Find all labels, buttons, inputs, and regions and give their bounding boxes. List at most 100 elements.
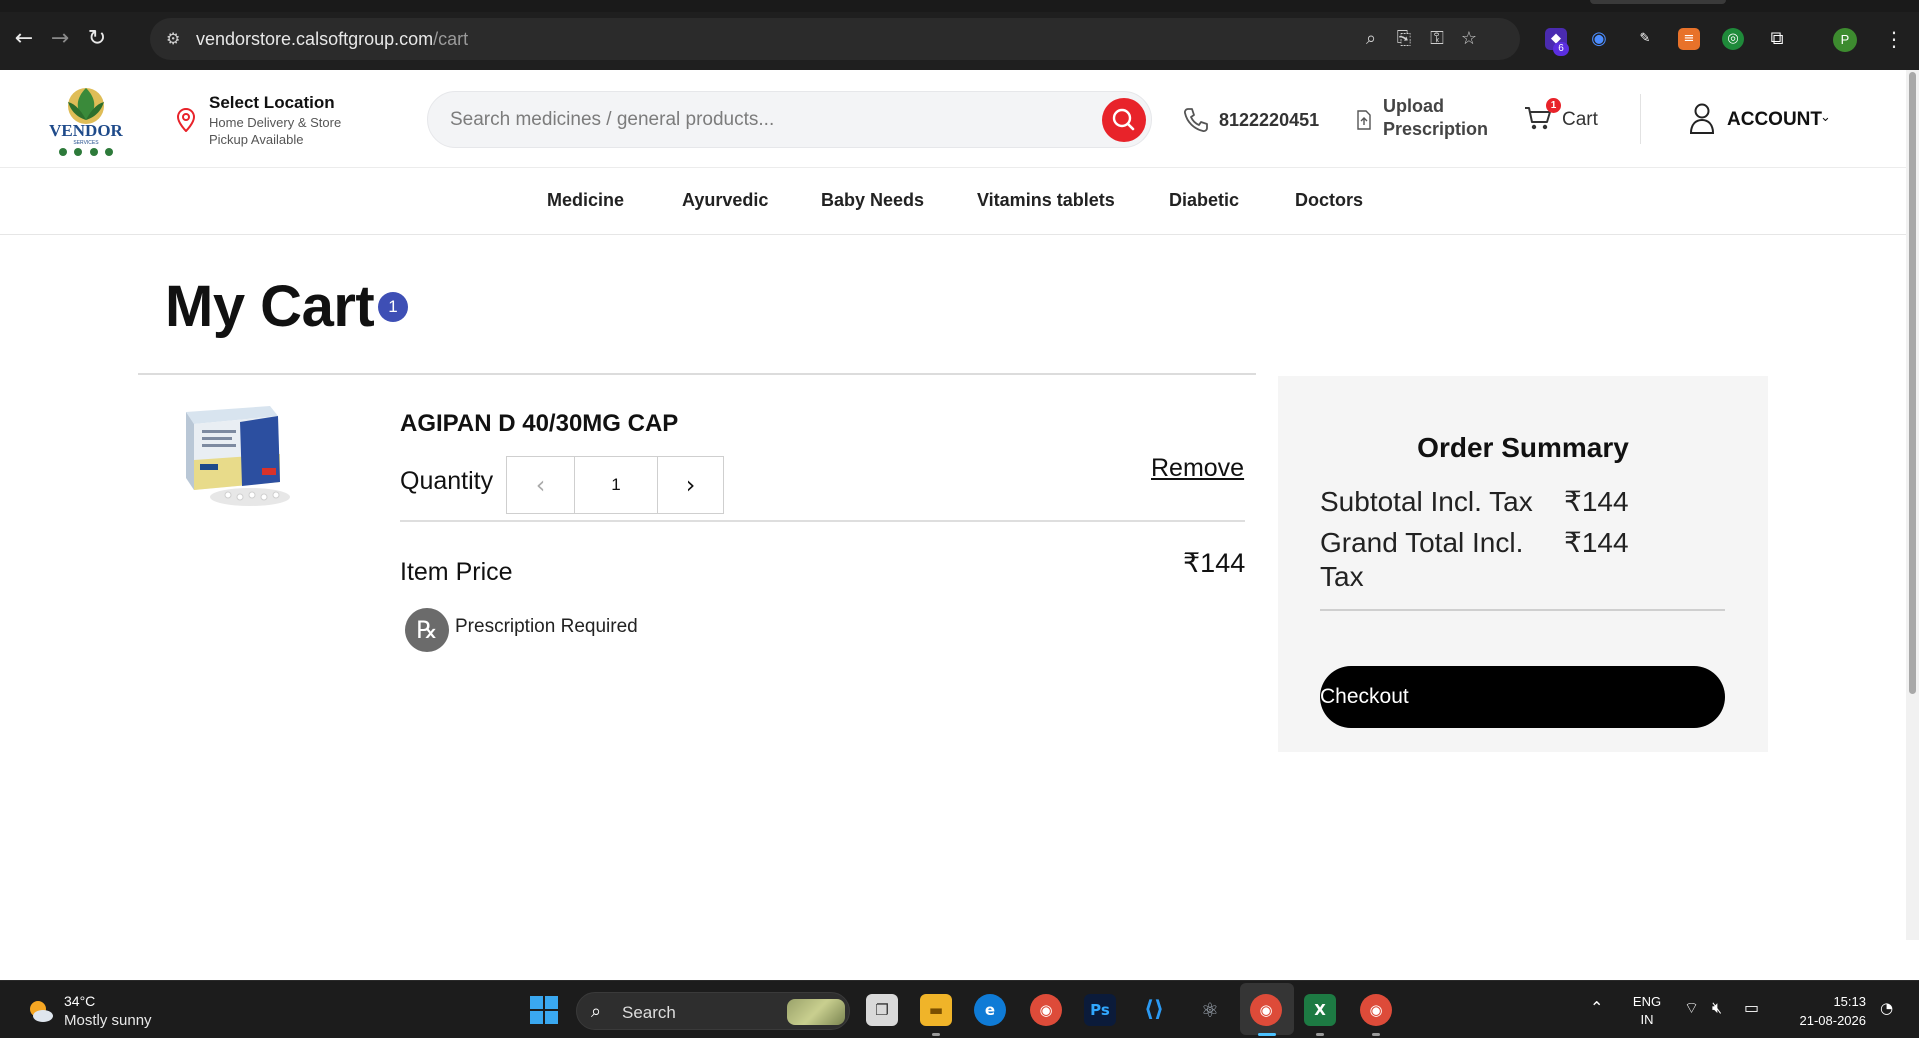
forward-icon[interactable]: → <box>47 26 73 52</box>
extensions-puzzle-icon[interactable]: ⧉ <box>1766 28 1788 50</box>
select-location-link[interactable]: Select Location <box>209 93 335 113</box>
item-price-label: Item Price <box>400 558 513 586</box>
nav-item-doctors[interactable]: Doctors <box>1295 190 1363 211</box>
cart-link[interactable]: Cart <box>1562 109 1598 131</box>
scrollbar-thumb[interactable] <box>1909 72 1916 694</box>
nav-item-ayurvedic[interactable]: Ayurvedic <box>682 190 768 211</box>
clock-time: 15:13 <box>1833 994 1866 1009</box>
battery-icon[interactable]: ▭ <box>1744 998 1759 1017</box>
page-scrollbar[interactable] <box>1906 70 1919 940</box>
task-view-icon[interactable]: ❐ <box>866 994 898 1026</box>
nav-item-diabetic[interactable]: Diabetic <box>1169 190 1239 211</box>
url-text[interactable]: vendorstore.calsoftgroup.com/cart <box>196 29 468 50</box>
quantity-label: Quantity <box>400 467 494 495</box>
upload-prescription-icon[interactable] <box>1356 110 1372 130</box>
active-indicator <box>1258 1033 1276 1036</box>
site-info-icon[interactable]: ⚙ <box>166 28 188 50</box>
install-app-icon[interactable]: ⎘ <box>1393 28 1415 50</box>
weather-description[interactable]: Mostly sunny <box>64 1012 152 1029</box>
electron-app-icon[interactable]: ⚛ <box>1194 994 1226 1026</box>
summary-divider <box>1320 609 1725 611</box>
taskbar-search-label: Search <box>622 1003 676 1022</box>
search-input[interactable] <box>450 106 1070 134</box>
prescription-rx-icon: ℞ <box>405 608 449 652</box>
language-indicator[interactable]: ENG IN <box>1632 993 1662 1029</box>
search-icon <box>1112 108 1135 131</box>
product-image[interactable] <box>180 402 298 510</box>
speaker-muted-icon[interactable]: 🔇︎ <box>1712 998 1722 1018</box>
eyedropper-icon[interactable]: ✎ <box>1634 28 1656 50</box>
location-subtitle: Home Delivery & Store Pickup Available <box>209 115 342 147</box>
windows-start-icon[interactable] <box>530 996 558 1024</box>
phone-icon[interactable] <box>1182 106 1210 134</box>
excel-icon[interactable]: X <box>1304 994 1336 1026</box>
location-pin-icon[interactable] <box>176 108 196 132</box>
extension-notes-icon[interactable]: ≡ <box>1678 28 1700 50</box>
account-icon[interactable] <box>1688 102 1716 134</box>
extension-lastpass-icon[interactable]: ◉ <box>1588 28 1610 50</box>
vendor-logo[interactable]: VENDOR SERVICES <box>46 80 126 158</box>
back-icon[interactable]: ← <box>11 26 37 52</box>
search-icon: ⌕ <box>591 1001 602 1022</box>
item-divider <box>400 520 1245 522</box>
running-indicator <box>1372 1033 1380 1036</box>
nav-item-medicine[interactable]: Medicine <box>547 190 624 211</box>
notification-icon[interactable]: ◔ <box>1880 999 1893 1017</box>
chevron-down-icon[interactable]: ⌄ <box>1820 110 1831 125</box>
browser-toolbar: ← → ↻ ⚙ vendorstore.calsoftgroup.com/car… <box>0 0 1919 70</box>
chrome-icon[interactable]: ◉ <box>1030 994 1062 1026</box>
photoshop-icon[interactable]: Ps <box>1084 994 1116 1026</box>
phone-number[interactable]: 8122220451 <box>1219 110 1319 131</box>
product-name[interactable]: AGIPAN D 40/30MG CAP <box>400 410 678 438</box>
checkout-button[interactable]: Checkout <box>1320 666 1725 728</box>
page-title: My Cart <box>165 274 375 339</box>
tray-overflow-icon[interactable]: ⌃ <box>1590 998 1603 1017</box>
search-highlight-image <box>787 999 845 1025</box>
item-price-value: ₹144 <box>1183 548 1246 578</box>
os-taskbar: 34°C Mostly sunny ⌕ Search ❐ ▬ e ◉ Ps ⟨⟩… <box>0 980 1919 1038</box>
web-page: VENDOR SERVICES Select Location Home Del… <box>0 70 1906 940</box>
svg-text:℞: ℞ <box>416 618 438 644</box>
nav-item-vitamins[interactable]: Vitamins tablets <box>977 190 1115 211</box>
bookmark-star-icon[interactable]: ☆ <box>1458 28 1480 50</box>
profile-avatar[interactable]: P <box>1833 28 1857 52</box>
reload-icon[interactable]: ↻ <box>84 26 110 52</box>
quantity-value[interactable]: 1 <box>575 457 657 513</box>
search-bar <box>427 91 1152 148</box>
password-key-icon[interactable]: ⚿ <box>1426 28 1448 50</box>
quantity-increase-button[interactable]: › <box>657 457 723 513</box>
language-code: ENG <box>1632 994 1662 1009</box>
svg-text:VENDOR: VENDOR <box>49 121 123 140</box>
file-explorer-icon[interactable]: ▬ <box>920 994 952 1026</box>
clock-date: 21-08-2026 <box>1799 1013 1867 1028</box>
category-nav: Medicine Ayurvedic Baby Needs Vitamins t… <box>0 168 1906 235</box>
cart-divider <box>138 373 1256 375</box>
account-menu[interactable]: ACCOUNT <box>1727 109 1822 131</box>
nav-item-baby-needs[interactable]: Baby Needs <box>821 190 924 211</box>
weather-temperature[interactable]: 34°C <box>64 993 95 1009</box>
zoom-icon[interactable]: ⌕ <box>1360 28 1382 50</box>
prescription-required-label: Prescription Required <box>455 616 638 637</box>
remove-item-link[interactable]: Remove <box>1151 454 1244 483</box>
subtotal-value: ₹144 <box>1564 486 1629 517</box>
address-bar[interactable]: ⚙ vendorstore.calsoftgroup.com/cart ⌕ ⎘ … <box>150 18 1520 60</box>
taskbar-search[interactable]: ⌕ Search <box>576 992 850 1030</box>
weather-sun-icon[interactable] <box>26 998 54 1024</box>
search-button[interactable] <box>1102 98 1146 142</box>
running-indicator <box>932 1033 940 1036</box>
extension-green-icon[interactable]: ◎ <box>1722 28 1744 50</box>
cart-item-count-badge: 1 <box>378 292 408 322</box>
chrome-profile-icon[interactable]: ◉ <box>1250 994 1282 1026</box>
edge-browser-icon[interactable]: e <box>974 994 1006 1026</box>
wifi-icon[interactable]: ⌔ <box>1684 998 1699 1018</box>
upload-prescription-link[interactable]: Upload Prescription <box>1383 95 1493 141</box>
clock[interactable]: 15:13 21-08-2026 <box>1784 992 1867 1030</box>
browser-menu-icon[interactable]: ⋮ <box>1884 26 1904 52</box>
active-tab-hint[interactable] <box>1590 0 1726 4</box>
vscode-icon[interactable]: ⟨⟩ <box>1138 994 1170 1026</box>
grand-total-label: Grand Total Incl. Tax <box>1320 527 1524 592</box>
quantity-stepper: ‹ 1 › <box>506 456 724 514</box>
quantity-decrease-button[interactable]: ‹ <box>507 457 575 513</box>
chrome-alt-icon[interactable]: ◉ <box>1360 994 1392 1026</box>
svg-text:SERVICES: SERVICES <box>73 140 99 146</box>
